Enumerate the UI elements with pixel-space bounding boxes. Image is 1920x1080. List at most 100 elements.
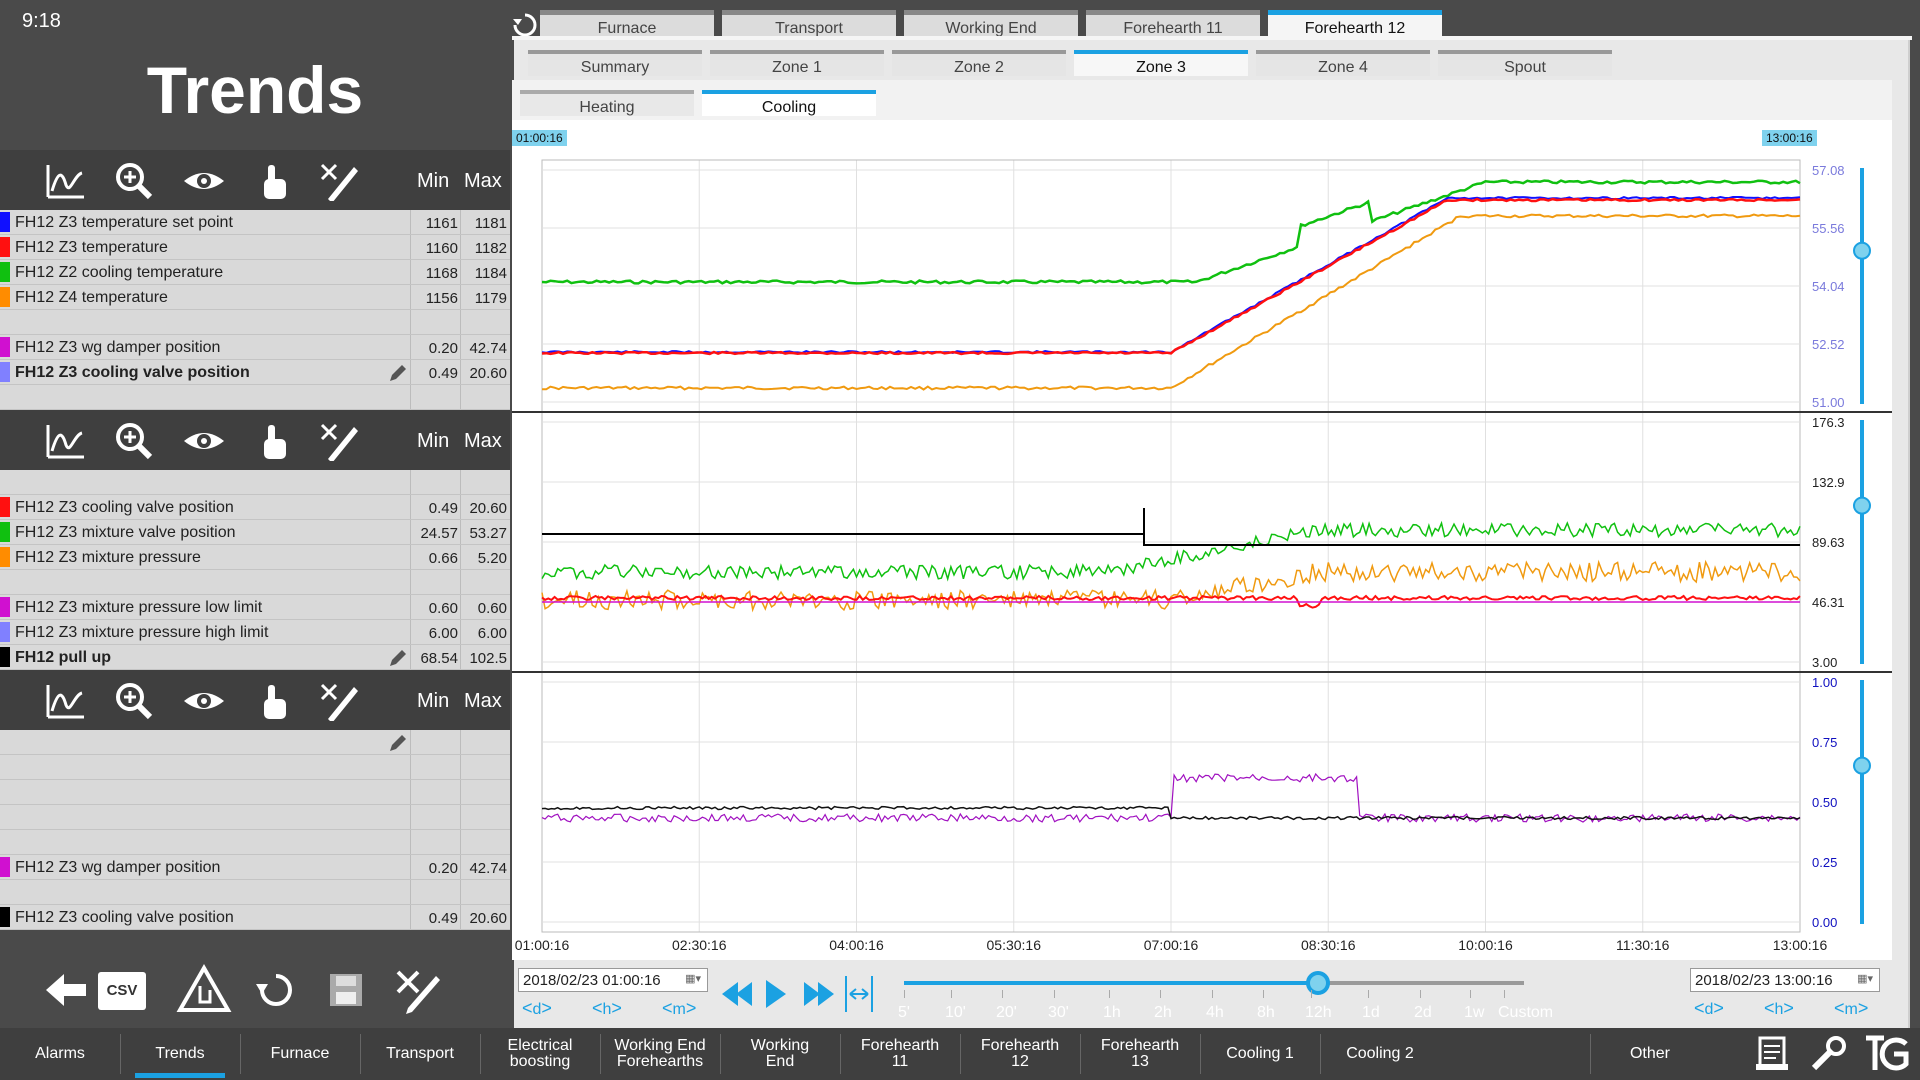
- start-datetime-field[interactable]: 2018/02/23 01:00:16 ▦▾: [518, 968, 708, 992]
- tab-zone-2[interactable]: Zone 2: [892, 50, 1066, 76]
- range-preset[interactable]: 1d: [1362, 1004, 1380, 1022]
- back-arrow-icon[interactable]: [38, 962, 94, 1018]
- range-preset[interactable]: 20': [996, 1004, 1017, 1022]
- calendar-icon[interactable]: ▦▾: [1857, 972, 1873, 985]
- step-m-nav[interactable]: <m>: [1834, 998, 1868, 1019]
- tab-cooling[interactable]: Cooling: [702, 90, 876, 116]
- nav-forehearth-12[interactable]: Forehearth 12: [960, 1028, 1080, 1080]
- zoom-in-icon[interactable]: [112, 681, 156, 721]
- tab-spout[interactable]: Spout: [1438, 50, 1612, 76]
- legend-row[interactable]: [0, 470, 510, 495]
- chevron-right-icon[interactable]: >: [1713, 998, 1724, 1018]
- tab-furnace[interactable]: Furnace: [540, 10, 714, 37]
- tab-zone-4[interactable]: Zone 4: [1256, 50, 1430, 76]
- trend-chart-icon[interactable]: [42, 421, 86, 461]
- range-preset[interactable]: 2h: [1154, 1004, 1172, 1022]
- nav-working-end[interactable]: Working End: [720, 1028, 840, 1080]
- nav-working-end-forehearths[interactable]: Working End Forehearths: [600, 1028, 720, 1080]
- range-preset[interactable]: 12h: [1305, 1004, 1332, 1022]
- legend-row[interactable]: [0, 830, 510, 855]
- range-preset[interactable]: 10': [945, 1004, 966, 1022]
- nav-alarms[interactable]: Alarms: [0, 1028, 120, 1080]
- fast-forward-icon[interactable]: [804, 982, 834, 1006]
- range-preset[interactable]: 5': [898, 1004, 910, 1022]
- nav-other[interactable]: Other: [1590, 1028, 1710, 1080]
- chevron-left-icon[interactable]: <: [592, 998, 603, 1018]
- legend-row[interactable]: FH12 Z3 cooling valve position 0.49 20.60: [0, 360, 510, 385]
- tab-forehearth-11[interactable]: Forehearth 11: [1086, 10, 1260, 37]
- chevron-left-icon[interactable]: <: [522, 998, 533, 1018]
- legend-row[interactable]: [0, 570, 510, 595]
- zoom-in-icon[interactable]: [112, 161, 156, 201]
- range-preset[interactable]: 1h: [1103, 1004, 1121, 1022]
- nav-electrical-boosting[interactable]: Electrical boosting: [480, 1028, 600, 1080]
- legend-row[interactable]: FH12 Z3 mixture pressure low limit 0.60 0.…: [0, 595, 510, 620]
- nav-forehearth-11[interactable]: Forehearth 11: [840, 1028, 960, 1080]
- legend-row[interactable]: FH12 Z3 wg damper position 0.20 42.74: [0, 335, 510, 360]
- clear-pen-icon[interactable]: [388, 962, 444, 1018]
- reset-icon[interactable]: [248, 962, 304, 1018]
- eye-icon[interactable]: [182, 681, 226, 721]
- tab-zone-3[interactable]: Zone 3: [1074, 50, 1248, 76]
- legend-row[interactable]: [0, 780, 510, 805]
- chevron-left-icon[interactable]: <: [662, 998, 673, 1018]
- tab-summary[interactable]: Summary: [528, 50, 702, 76]
- chevron-left-icon[interactable]: <: [1834, 998, 1845, 1018]
- trend-chart-icon[interactable]: [42, 681, 86, 721]
- clear-pen-icon[interactable]: [318, 681, 362, 723]
- fit-range-icon[interactable]: [845, 976, 873, 1012]
- pen-icon[interactable]: [388, 363, 408, 383]
- calendar-icon[interactable]: ▦▾: [685, 972, 701, 985]
- legend-row[interactable]: FH12 Z3 cooling valve position 0.49 20.60: [0, 905, 510, 930]
- tab-transport[interactable]: Transport: [722, 10, 896, 37]
- pen-icon[interactable]: [388, 733, 408, 753]
- chevron-right-icon[interactable]: >: [1783, 998, 1794, 1018]
- pointer-hand-icon[interactable]: [252, 681, 296, 721]
- tab-heating[interactable]: Heating: [520, 90, 694, 116]
- legend-row[interactable]: FH12 Z3 mixture pressure high limit 6.00 6…: [0, 620, 510, 645]
- legend-row[interactable]: FH12 Z3 cooling valve position 0.49 20.60: [0, 495, 510, 520]
- nav-cooling-2[interactable]: Cooling 2: [1320, 1028, 1440, 1080]
- legend-row[interactable]: [0, 310, 510, 335]
- nav-cooling-1[interactable]: Cooling 1: [1200, 1028, 1320, 1080]
- range-preset[interactable]: Custom: [1498, 1004, 1553, 1022]
- legend-row[interactable]: FH12 pull up 68.54 102.5: [0, 645, 510, 670]
- chevron-left-icon[interactable]: <: [1764, 998, 1775, 1018]
- legend-row[interactable]: [0, 805, 510, 830]
- step-d-nav[interactable]: <d>: [1694, 998, 1724, 1019]
- pointer-hand-icon[interactable]: [252, 421, 296, 461]
- legend-row[interactable]: [0, 730, 510, 755]
- zoom-in-icon[interactable]: [112, 421, 156, 461]
- step-h-nav[interactable]: <h>: [1764, 998, 1794, 1019]
- rewind-icon[interactable]: [722, 982, 752, 1006]
- pointer-hand-icon[interactable]: [252, 161, 296, 201]
- chevron-left-icon[interactable]: <: [1694, 998, 1705, 1018]
- csv-export-button[interactable]: CSV: [98, 972, 146, 1010]
- tab-forehearth-12[interactable]: Forehearth 12: [1268, 10, 1442, 37]
- legend-row[interactable]: FH12 Z3 mixture pressure 0.66 5.20: [0, 545, 510, 570]
- legend-row[interactable]: FH12 Z3 mixture valve position 24.57 53.27: [0, 520, 510, 545]
- legend-row[interactable]: [0, 755, 510, 780]
- report-icon[interactable]: [1752, 1034, 1796, 1074]
- trend-chart-icon[interactable]: [42, 161, 86, 201]
- range-slider-thumb[interactable]: [1306, 971, 1330, 995]
- clear-pen-icon[interactable]: [318, 421, 362, 463]
- tab-working-end[interactable]: Working End: [904, 10, 1078, 37]
- chevron-right-icon[interactable]: >: [541, 998, 552, 1018]
- legend-row[interactable]: FH12 Z3 temperature set point 1161 1181: [0, 210, 510, 235]
- play-icon[interactable]: [766, 980, 786, 1008]
- nav-transport[interactable]: Transport: [360, 1028, 480, 1080]
- eye-icon[interactable]: [182, 161, 226, 201]
- nav-furnace[interactable]: Furnace: [240, 1028, 360, 1080]
- wrench-icon[interactable]: [1806, 1034, 1850, 1074]
- legend-row[interactable]: [0, 880, 510, 905]
- range-preset[interactable]: 2d: [1414, 1004, 1432, 1022]
- legend-row[interactable]: FH12 Z4 temperature 1156 1179: [0, 285, 510, 310]
- clear-pen-icon[interactable]: [318, 161, 362, 203]
- range-preset[interactable]: 30': [1048, 1004, 1069, 1022]
- step-h-nav[interactable]: <h>: [592, 998, 622, 1019]
- legend-row[interactable]: FH12 Z2 cooling temperature 1168 1184: [0, 260, 510, 285]
- nav-forehearth-13[interactable]: Forehearth 13: [1080, 1028, 1200, 1080]
- trend-chart[interactable]: 01:00:16 02:30:16 04:00:16 05:30:16 07:00:16…: [512, 120, 1892, 960]
- legend-row[interactable]: [0, 385, 510, 410]
